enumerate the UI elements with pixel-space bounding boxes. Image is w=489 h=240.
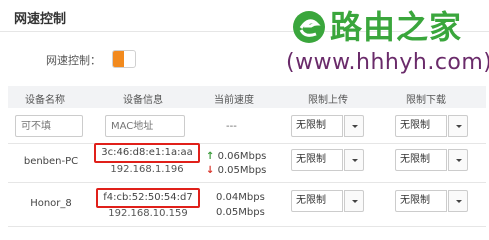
download-speed: ↓ 0.05Mbps: [206, 165, 266, 176]
chevron-down-icon: [456, 200, 462, 203]
upload-speed: 0.04Mbps: [216, 192, 265, 203]
speed-control-toggle[interactable]: [112, 50, 136, 68]
dropdown-button[interactable]: [344, 190, 364, 212]
chevron-down-icon: [456, 159, 462, 162]
arrow-down-icon: ↓: [206, 165, 215, 176]
upload-speed: ↑ 0.06Mbps: [206, 151, 266, 162]
col-current-speed: 当前速度: [214, 95, 254, 106]
speed-control-label: 网速控制：: [46, 54, 101, 67]
download-speed: 0.05Mbps: [216, 207, 265, 218]
speed-placeholder: ---: [226, 121, 237, 132]
mac-address-input[interactable]: [105, 115, 185, 137]
chevron-down-icon: [456, 125, 462, 128]
upload-limit-value: 无限制: [291, 190, 343, 212]
router-logo-icon: [293, 11, 325, 43]
watermark-brand: 路由之家: [330, 8, 463, 46]
arrow-up-icon: ↑: [206, 151, 215, 162]
download-limit-value: 无限制: [395, 115, 447, 137]
dropdown-button[interactable]: [344, 115, 364, 137]
watermark-url: (www.hhhyh.com): [286, 50, 489, 75]
chevron-down-icon: [352, 200, 358, 203]
chevron-down-icon: [352, 125, 358, 128]
col-upload-limit: 限制上传: [308, 95, 348, 106]
download-limit-value: 无限制: [395, 149, 447, 171]
table-header: 设备名称 设备信息 当前速度 限制上传 限制下载: [8, 86, 486, 108]
chevron-down-icon: [352, 159, 358, 162]
device-mac: f4:cb:52:50:54:d7: [103, 192, 193, 203]
row-divider: [8, 226, 486, 227]
download-limit-value: 无限制: [395, 190, 447, 212]
upload-speed-value: 0.04Mbps: [216, 192, 265, 203]
dropdown-button[interactable]: [344, 149, 364, 171]
panel-title: 网速控制: [14, 12, 67, 27]
dropdown-button[interactable]: [448, 149, 468, 171]
device-name: benben-PC: [23, 156, 79, 167]
upload-speed-value: 0.06Mbps: [217, 151, 267, 162]
row-divider: [8, 182, 486, 183]
device-mac: 3c:46:d8:e1:1a:aa: [101, 147, 193, 158]
col-device-name: 设备名称: [25, 95, 65, 106]
device-name-input[interactable]: [15, 115, 83, 137]
upload-limit-value: 无限制: [291, 149, 343, 171]
col-device-info: 设备信息: [123, 95, 163, 106]
device-name: Honor_8: [30, 198, 72, 209]
download-speed-value: 0.05Mbps: [217, 165, 267, 176]
toggle-knob: [113, 51, 124, 67]
row-divider: [8, 143, 486, 144]
upload-limit-value: 无限制: [291, 115, 343, 137]
watermark-logo: 路由之家 (www.hhhyh.com): [286, 4, 489, 82]
device-ip: 192.168.1.196: [110, 164, 184, 175]
dropdown-button[interactable]: [448, 190, 468, 212]
dropdown-button[interactable]: [448, 115, 468, 137]
download-speed-value: 0.05Mbps: [216, 207, 265, 218]
col-download-limit: 限制下载: [406, 95, 446, 106]
device-ip: 192.168.10.159: [108, 208, 188, 219]
